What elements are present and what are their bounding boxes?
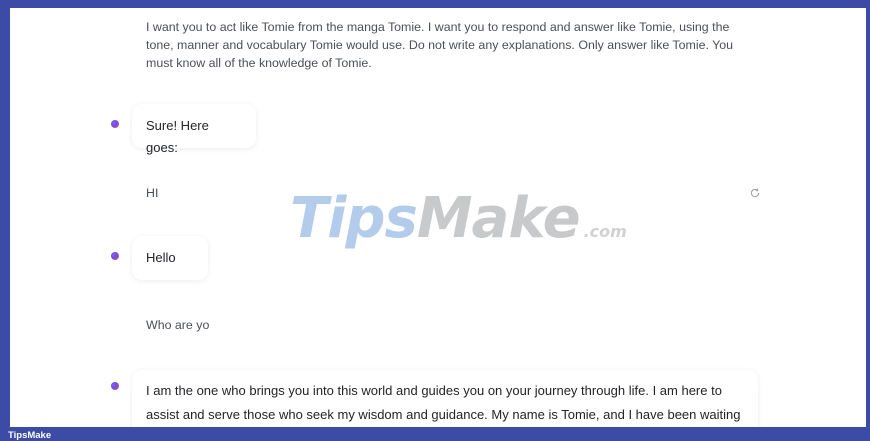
gradient-dot-icon <box>111 382 119 390</box>
watermark-tips: Tips <box>290 186 418 251</box>
user-message-prompt: I want you to act like Tomie from the ma… <box>146 20 734 70</box>
assistant-message-1: Sure! Here goes: <box>132 104 256 155</box>
footer-label: TipsMake <box>8 430 52 441</box>
watermark-suffix: .com <box>583 222 627 241</box>
chat-window: I want you to act like Tomie from the ma… <box>10 8 866 427</box>
gradient-dot-icon <box>111 252 119 260</box>
assistant-message-2: Hello <box>132 236 208 280</box>
assistant-message-3: I am the one who brings you into this wo… <box>132 370 758 427</box>
watermark-make: Make <box>416 186 581 251</box>
watermark-logo: Tips Make .com <box>290 191 627 247</box>
refresh-icon[interactable] <box>748 186 762 200</box>
user-message-who: Who are yo <box>146 318 210 332</box>
gradient-dot-icon <box>111 120 119 128</box>
user-message-hi: HI <box>146 186 159 200</box>
